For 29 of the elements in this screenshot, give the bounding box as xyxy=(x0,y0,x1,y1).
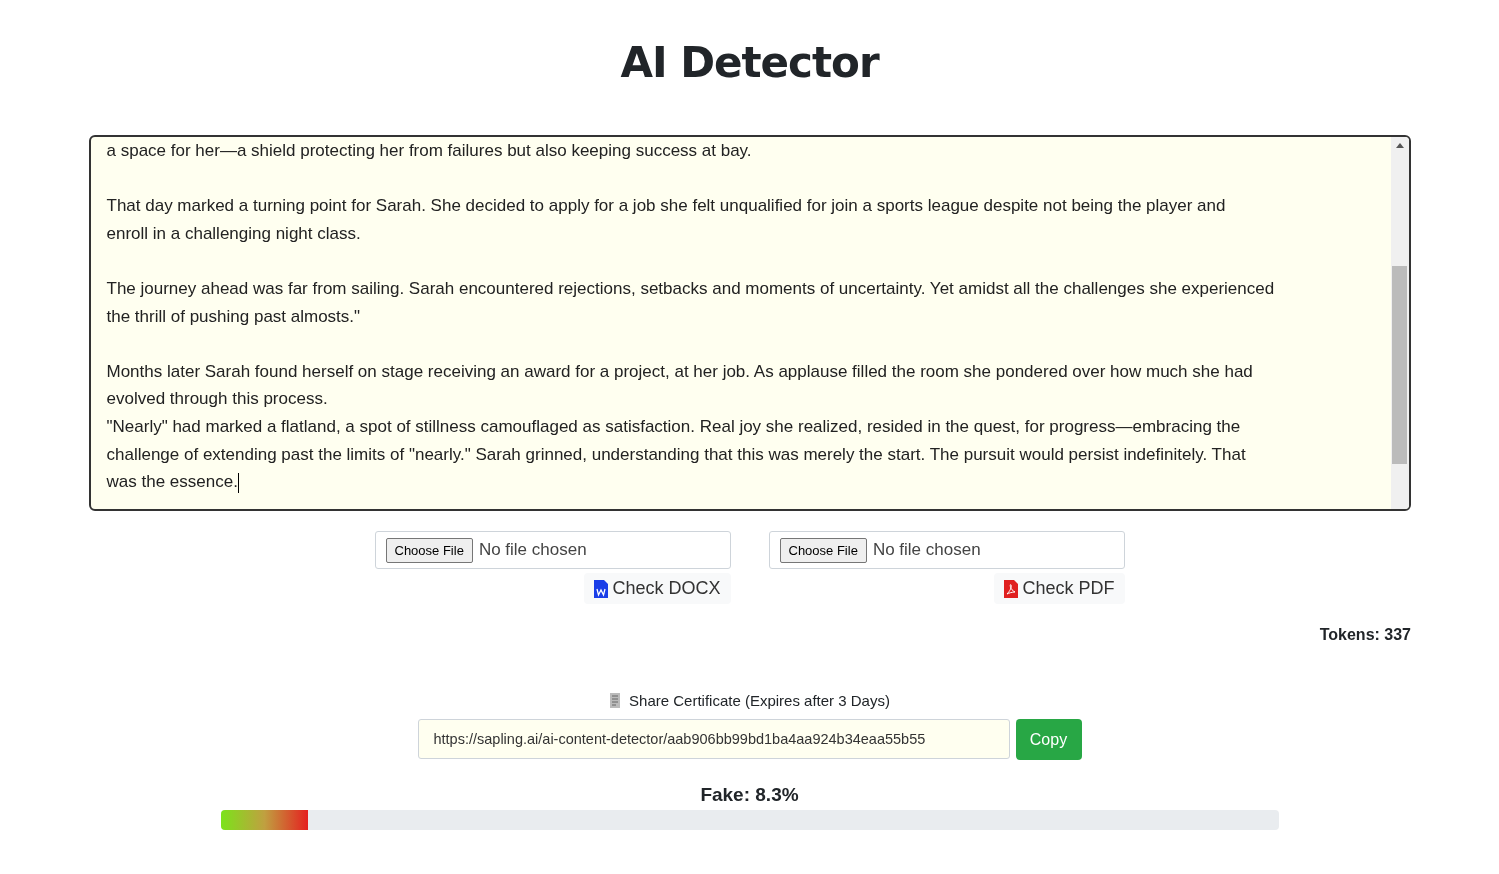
file-status: No file chosen xyxy=(478,540,587,560)
choose-file-button[interactable]: Choose File xyxy=(779,537,867,563)
text-line: The journey ahead was far from sailing. Sarah encountered rejections, setbacks and moments of uncertainty. Yet amidst all the challenges she experienced xyxy=(106,277,1276,300)
choose-file-button[interactable]: Choose File xyxy=(385,537,473,563)
text-input-area[interactable] xyxy=(88,135,1411,511)
text-line: That day marked a turning point for Sarah. She decided to apply for a job she felt unqualified for join a sports league despite not being the player and xyxy=(106,195,1227,218)
token-count: Tokens: 337 xyxy=(1319,626,1411,644)
scrollbar[interactable] xyxy=(1390,137,1409,509)
check-file-button[interactable]: Check PDF xyxy=(994,573,1125,604)
text-line: a space for her—a shield protecting her from failures but also keeping success at bay. xyxy=(106,140,753,162)
fake-score: Fake: 8.3% xyxy=(700,784,799,806)
pdf-document-icon xyxy=(1004,579,1019,598)
word-document-icon xyxy=(594,579,609,598)
text-line: Months later Sarah found herself on stage receiving an award for a project, at her job. As applause filled the room she pondered over how much she had xyxy=(106,360,1254,383)
page-title: AI Detector xyxy=(620,38,879,87)
text-line: evolved through this process. xyxy=(106,388,329,411)
file-input[interactable]: Choose File No file chosen xyxy=(374,531,731,569)
share-url-field[interactable]: https://sapling.ai/ai-content-detector/aab906bb99bd1ba4aa924b34eaa55b55 xyxy=(417,719,1010,759)
check-file-button[interactable]: Check DOCX xyxy=(584,573,731,604)
text-line: was the essence. xyxy=(106,471,240,495)
text-line: "Nearly" had marked a flatland, a spot of stillness camouflaged as satisfaction. Real joy she realized, resided in the quest, for progress—embracing the xyxy=(106,415,1242,438)
text-line: challenge of extending past the limits of "nearly." Sarah grinned, understanding that this was merely the start. The pursuit would persist indefinitely. That xyxy=(106,443,1247,466)
text-line: enroll in a challenging night class. xyxy=(106,222,362,245)
file-status: No file chosen xyxy=(872,540,981,560)
text-line: the thrill of pushing past almosts." xyxy=(106,305,362,328)
scroll-up-arrow-icon[interactable] xyxy=(1395,143,1404,148)
certificate-icon xyxy=(609,693,622,708)
share-label: Share Certificate (Expires after 3 Days) xyxy=(629,692,890,709)
file-input[interactable]: Choose File No file chosen xyxy=(768,531,1125,569)
